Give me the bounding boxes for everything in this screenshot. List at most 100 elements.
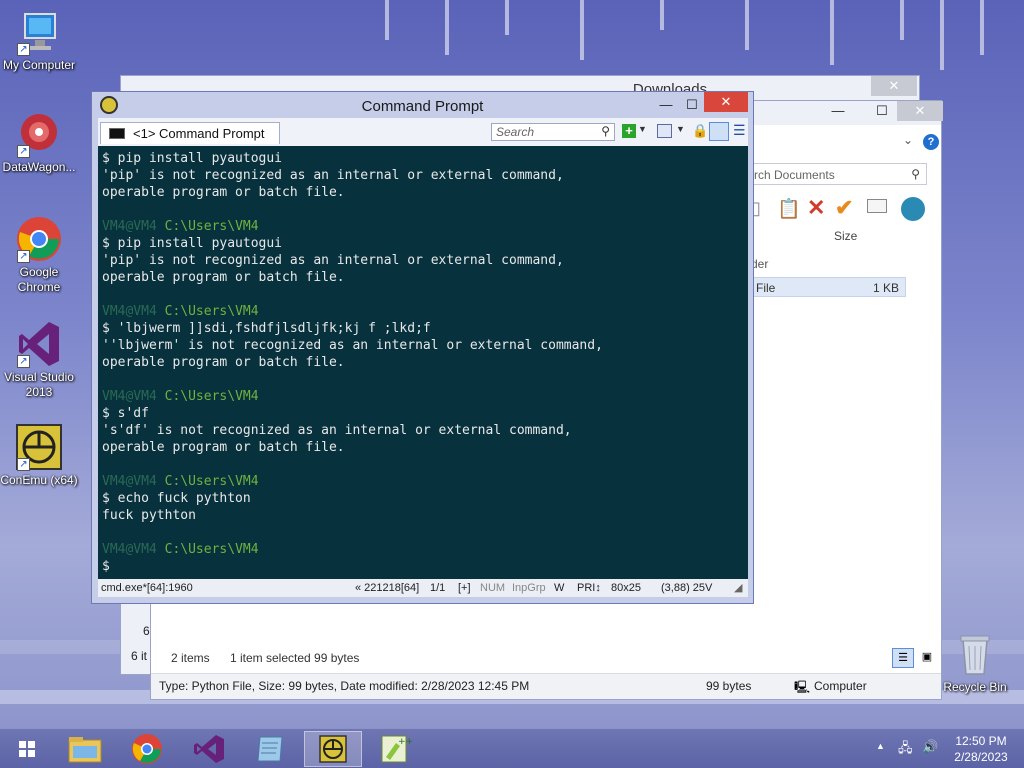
- terminal-line: operable program or batch file.: [102, 355, 345, 370]
- terminal-line: ''lbjwerm' is not recognized as an inter…: [102, 338, 603, 353]
- prompt-user: VM4@VM4: [102, 219, 157, 234]
- paste-icon[interactable]: 📋: [777, 197, 801, 221]
- visual-studio-button[interactable]: [180, 731, 238, 767]
- menu-icon[interactable]: ☰: [733, 122, 746, 139]
- prompt-path: C:\Users\VM4: [156, 219, 259, 234]
- notepad-plus-button[interactable]: ++: [366, 731, 424, 767]
- rename-icon[interactable]: [867, 199, 887, 213]
- new-console-icon[interactable]: +: [622, 124, 636, 138]
- status-process[interactable]: cmd.exe*[64]:1960: [101, 582, 193, 594]
- file-explorer-button[interactable]: [56, 731, 114, 767]
- explorer-close-button[interactable]: ✕: [897, 101, 943, 121]
- cmd-tab[interactable]: <1> Command Prompt: [100, 122, 280, 144]
- visual-studio-icon: [194, 735, 224, 763]
- explorer-back-close-button[interactable]: ✕: [871, 76, 917, 96]
- desktop-icon-recycle-bin[interactable]: Recycle Bin: [936, 630, 1014, 695]
- cmd-titlebar: Command Prompt — ☐ ✕: [92, 92, 753, 118]
- cmd-toolbar: <1> Command Prompt Search ⚲ + ▼ ▼ 🔒 ☰: [98, 118, 748, 146]
- status-inpgrp[interactable]: InpGrp: [512, 582, 546, 594]
- chrome-button[interactable]: [118, 731, 176, 767]
- chrome-icon: [132, 734, 162, 764]
- large-icons-view-icon[interactable]: ▣: [917, 648, 937, 668]
- status-size[interactable]: 80x25: [611, 582, 641, 594]
- desktop-icon-my-computer[interactable]: ↗ My Computer: [0, 8, 78, 73]
- delete-icon[interactable]: ✕: [807, 195, 825, 221]
- notepad-button[interactable]: [242, 731, 300, 767]
- taskbar: ++ ▲ 🖧 🔊 12:50 PM 2/28/2023: [0, 728, 1024, 768]
- cmd-search-input[interactable]: Search ⚲: [491, 123, 615, 141]
- clock-date: 2/28/2023: [954, 750, 1008, 764]
- explorer-search-box[interactable]: rch Documents ⚲: [749, 163, 927, 185]
- help-icon[interactable]: ?: [923, 134, 939, 150]
- explorer-search-placeholder: rch Documents: [754, 168, 835, 182]
- prompt-path: C:\Users\VM4: [156, 542, 259, 557]
- explorer-back-status: 6 it: [131, 649, 148, 663]
- desktop: ↗ My Computer ↗ DataWagon... ↗ Google Ch…: [0, 0, 1024, 728]
- status-pri[interactable]: PRI↕: [577, 582, 601, 594]
- chevron-down-icon[interactable]: ▼: [638, 124, 647, 134]
- details-size: 99 bytes: [706, 679, 752, 693]
- conemu-icon: [319, 735, 347, 763]
- start-button[interactable]: [2, 731, 52, 767]
- shortcut-arrow-icon: ↗: [17, 250, 30, 263]
- panel-toggle-icon[interactable]: [709, 122, 729, 141]
- volume-icon[interactable]: 🔊: [922, 739, 938, 755]
- file-row-selected[interactable]: File 1 KB: [751, 277, 906, 297]
- status-pages[interactable]: 1/1: [430, 582, 445, 594]
- checkmark-icon[interactable]: ✔: [835, 195, 853, 221]
- clock[interactable]: 12:50 PM 2/28/2023: [948, 733, 1014, 765]
- svg-text:++: ++: [398, 737, 413, 747]
- cmd-minimize-button[interactable]: —: [652, 95, 680, 115]
- explorer-maximize-button[interactable]: ☐: [867, 101, 897, 121]
- explorer-details-bar: Type: Python File, Size: 99 bytes, Date …: [151, 673, 941, 699]
- terminal-line: $: [102, 559, 110, 574]
- terminal-prompt-line: VM4@VM4 C:\Users\VM4: [102, 541, 744, 558]
- computer-icon: ↗: [15, 8, 63, 56]
- shortcut-arrow-icon: ↗: [17, 355, 30, 368]
- shortcut-arrow-icon: ↗: [17, 458, 30, 471]
- explorer-minimize-button[interactable]: —: [823, 101, 853, 121]
- search-icon: ⚲: [911, 167, 920, 181]
- prompt-path: C:\Users\VM4: [156, 389, 259, 404]
- visual-studio-icon: ↗: [15, 320, 63, 368]
- cmd-maximize-button[interactable]: ☐: [678, 95, 706, 115]
- cmd-close-button[interactable]: ✕: [704, 92, 748, 112]
- prompt-user: VM4@VM4: [102, 389, 157, 404]
- windows-logo-icon: [19, 741, 35, 757]
- details-view-icon[interactable]: ☰: [892, 648, 914, 668]
- globe-icon[interactable]: [901, 197, 925, 221]
- terminal-line: $ echo fuck pythton: [102, 491, 251, 506]
- resize-grip-icon[interactable]: ◢: [734, 581, 742, 594]
- column-header-size[interactable]: Size: [834, 229, 857, 243]
- status-plus[interactable]: [+]: [458, 582, 471, 594]
- terminal-prompt-line: VM4@VM4 C:\Users\VM4: [102, 218, 744, 235]
- desktop-icon-label: ConEmu (x64): [0, 473, 78, 487]
- status-w[interactable]: W: [554, 582, 564, 594]
- status-cursor[interactable]: (3,88) 25V: [661, 582, 712, 594]
- terminal-line: operable program or batch file.: [102, 270, 345, 285]
- chevron-down-icon[interactable]: ▼: [676, 124, 685, 134]
- network-icon[interactable]: 🖧: [898, 739, 913, 761]
- notepad-icon: [257, 736, 283, 762]
- conemu-icon: ↗: [15, 423, 63, 471]
- lock-icon[interactable]: 🔒: [692, 123, 708, 139]
- desktop-icon-datawagon[interactable]: ↗ DataWagon...: [0, 110, 78, 175]
- desktop-icon-google-chrome[interactable]: ↗ Google Chrome: [0, 215, 78, 295]
- desktop-icon-visual-studio[interactable]: ↗ Visual Studio 2013: [0, 320, 78, 400]
- command-prompt-window[interactable]: Command Prompt — ☐ ✕ <1> Command Prompt …: [91, 91, 754, 604]
- cmd-status-bar: cmd.exe*[64]:1960 « 221218[64] 1/1 [+] N…: [98, 579, 748, 597]
- prompt-user: VM4@VM4: [102, 542, 157, 557]
- ribbon-expand-chevron-icon[interactable]: ⌄: [903, 133, 913, 147]
- prompt-user: VM4@VM4: [102, 474, 157, 489]
- split-icon[interactable]: [657, 124, 672, 138]
- desktop-icon-label: Recycle Bin: [943, 680, 1007, 694]
- conemu-button[interactable]: [304, 731, 362, 767]
- status-num[interactable]: NUM: [480, 582, 505, 594]
- desktop-icon-conemu[interactable]: ↗ ConEmu (x64): [0, 423, 78, 488]
- show-hidden-icons-icon[interactable]: ▲: [876, 741, 885, 751]
- datawagon-icon: ↗: [15, 110, 63, 158]
- terminal-output[interactable]: $ pip install pyautogui 'pip' is not reco…: [98, 146, 748, 579]
- status-pid[interactable]: « 221218[64]: [355, 582, 419, 594]
